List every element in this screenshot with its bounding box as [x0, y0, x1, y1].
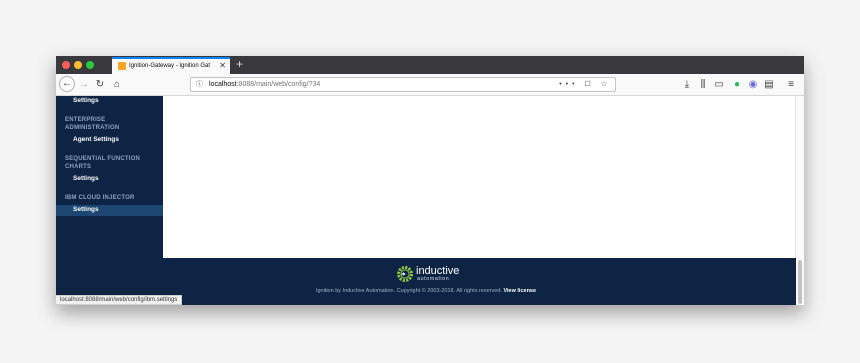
sidebar-item-settings[interactable]: Settings — [73, 97, 99, 104]
extension-green-icon[interactable]: ● — [732, 74, 742, 96]
forward-arrow-icon[interactable]: → — [78, 74, 90, 96]
inductive-automation-logo[interactable]: inductive automation — [396, 265, 476, 285]
page-content: Settings ENTERPRISE ADMINISTRATION Agent… — [56, 96, 804, 305]
sidebar-header-enterprise-administration: ENTERPRISE ADMINISTRATION — [65, 117, 120, 131]
tab-close-icon[interactable]: ✕ — [219, 59, 226, 73]
sidebar-header-sequential-function-charts: SEQUENTIAL FUNCTION CHARTS — [65, 156, 141, 170]
tab-title: Ignition-Gateway - Ignition Gat — [129, 63, 211, 69]
copyright-line: Ignition by Inductive Automation. Copyri… — [56, 288, 796, 294]
sidebar-item-agent-settings[interactable]: Agent Settings — [73, 136, 119, 143]
reload-icon[interactable]: ↻ — [94, 74, 106, 96]
scrollbar-thumb[interactable] — [798, 260, 802, 304]
sidebar-item-sfc-settings[interactable]: Settings — [73, 175, 99, 182]
back-arrow-icon[interactable]: ← — [59, 76, 75, 92]
extension-globe-icon[interactable]: ◉ — [748, 74, 758, 96]
url-text: localhost:8088/main/web/config/?34 — [209, 78, 320, 91]
home-icon[interactable]: ⌂ — [111, 74, 123, 96]
sidebar-toggle-icon[interactable]: ▭ — [714, 74, 724, 96]
browser-window: Ignition-Gateway - Ignition Gat ✕ + ← → … — [56, 56, 804, 305]
new-tab-button[interactable]: + — [236, 57, 243, 71]
ignition-favicon-icon — [118, 62, 126, 70]
url-host: localhost — [209, 81, 237, 88]
maximize-window-button[interactable] — [86, 61, 94, 69]
view-license-link[interactable]: View license — [503, 288, 536, 294]
copyright-text: Ignition by Inductive Automation. Copyri… — [315, 288, 502, 294]
main-content-area — [163, 96, 796, 258]
sidebar-header-ibm-cloud-injector: IBM CLOUD INJECTOR — [65, 195, 135, 201]
gear-logo-icon — [397, 266, 413, 282]
navigation-bar: ← → ↻ ⌂ ⓘ localhost:8088/main/web/config… — [56, 74, 804, 96]
close-window-button[interactable] — [62, 61, 70, 69]
url-path: :8088/main/web/config/?34 — [236, 81, 321, 88]
status-bar: localhost:8088/main/web/config/ibm.setti… — [56, 295, 183, 305]
menu-icon[interactable]: ≡ — [786, 74, 796, 96]
download-icon[interactable]: ⤓ — [682, 74, 692, 96]
minimize-window-button[interactable] — [74, 61, 82, 69]
status-url: localhost:8088/main/web/config/ibm.setti… — [60, 297, 178, 303]
url-actions[interactable]: ••• ☐ ☆ — [559, 78, 611, 91]
library-icon[interactable]: ⫼ — [698, 74, 708, 96]
config-sidebar: Settings ENTERPRISE ADMINISTRATION Agent… — [56, 96, 163, 258]
sidebar-item-ibm-settings[interactable]: Settings — [73, 206, 99, 213]
extension-book-icon[interactable]: ▤ — [764, 74, 774, 96]
tab-ignition-gateway[interactable]: Ignition-Gateway - Ignition Gat ✕ — [112, 57, 230, 74]
logo-subtext: automation — [417, 276, 450, 282]
url-bar[interactable]: ⓘ localhost:8088/main/web/config/?34 •••… — [190, 77, 616, 92]
tab-bar: Ignition-Gateway - Ignition Gat ✕ + — [56, 56, 804, 74]
info-icon[interactable]: ⓘ — [196, 78, 203, 91]
